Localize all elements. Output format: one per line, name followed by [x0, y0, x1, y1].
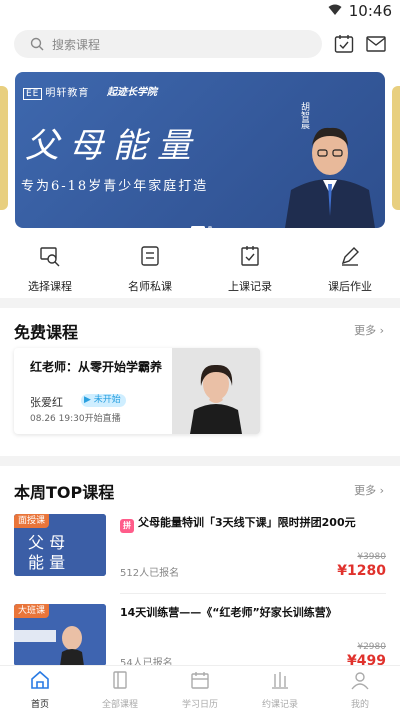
section-divider — [0, 456, 400, 466]
banner-title: 父母能量 — [25, 126, 201, 166]
svg-text:父 母: 父 母 — [28, 533, 65, 552]
teacher-portrait — [285, 127, 375, 228]
quicknav-choose-course[interactable]: 选择课程 — [10, 240, 90, 294]
signal-icon — [325, 4, 326, 5]
course-thumbnail: 大班课 — [14, 604, 106, 666]
free-course-time: 08.26 19:30开始直播 — [30, 414, 121, 424]
record-icon — [272, 672, 288, 689]
quicknav-homework[interactable]: 课后作业 — [310, 240, 390, 294]
book-icon — [113, 671, 127, 689]
enroll-count: 512人已报名 — [120, 568, 180, 579]
tab-profile[interactable]: 我的 — [320, 670, 400, 710]
free-course-more-link[interactable]: 更多 › — [354, 322, 384, 338]
section-divider — [0, 298, 400, 308]
banner-subtitle: 专为6-18岁青少年家庭打造 — [21, 179, 209, 194]
play-icon: ▶ — [84, 395, 91, 405]
calendar-check-icon[interactable] — [334, 34, 354, 54]
group-buy-badge: 拼 — [120, 519, 134, 533]
status-time: 10:46 — [348, 2, 392, 20]
free-course-card-title: 红老师：从零开始学霸养成法 — [30, 360, 163, 374]
course-title: 14天训练营——《“红老师”好家长训练营》 — [120, 606, 337, 619]
calendar-icon — [191, 672, 209, 689]
course-title: 拼父母能量特训「3天线下课」限时拼团200元 — [120, 514, 386, 533]
search-placeholder: 搜索课程 — [52, 38, 101, 52]
course-thumbnail: 父 母 能 量 面授课 — [14, 514, 106, 576]
private-lesson-icon — [141, 246, 159, 266]
search-icon — [30, 37, 44, 51]
original-price: ¥3980 — [357, 552, 386, 562]
class-record-icon — [241, 246, 259, 266]
tab-study-calendar[interactable]: 学习日历 — [160, 670, 240, 710]
top-course-more-link[interactable]: 更多 › — [354, 482, 384, 498]
homework-icon — [341, 247, 359, 266]
row-divider — [120, 593, 386, 594]
tab-all-courses[interactable]: 全部课程 — [80, 670, 160, 710]
home-icon — [31, 670, 49, 689]
brand-logo: EE 明轩教育 — [23, 84, 89, 100]
chevron-right-icon: › — [379, 484, 384, 497]
banner-next-peek[interactable] — [392, 86, 400, 210]
profile-icon — [351, 672, 369, 690]
tab-home[interactable]: 首页 — [0, 670, 80, 710]
status-bar: 10:46 — [0, 0, 400, 24]
promo-banner[interactable]: EE 明轩教育 起迹长学院 父母能量 专为6-18岁青少年家庭打造 胡智晨 — [15, 72, 385, 228]
free-course-teacher: 张爱红 — [30, 396, 63, 409]
current-price: ¥1280 — [337, 563, 386, 579]
quicknav-class-record[interactable]: 上课记录 — [210, 240, 290, 294]
carousel-indicator — [191, 217, 215, 228]
chevron-right-icon: › — [379, 324, 384, 337]
mail-icon[interactable] — [366, 35, 386, 53]
academy-logo: 起迹长学院 — [107, 87, 157, 98]
svg-text:能 量: 能 量 — [28, 553, 65, 572]
bottom-tab-bar: 首页 全部课程 学习日历 约课记录 我的 — [0, 665, 400, 711]
status-badge: ▶ 未开始 — [81, 394, 126, 407]
search-input[interactable]: 搜索课程 — [14, 30, 322, 58]
free-course-card[interactable]: 红老师：从零开始学霸养成法 张爱红 ▶ 未开始 08.26 19:30开始直播 — [14, 348, 260, 434]
quick-nav: 选择课程 名师私课 上课记录 课后作业 — [0, 240, 400, 293]
wifi-icon — [328, 4, 342, 15]
course-item[interactable]: 父 母 能 量 面授课 拼父母能量特训「3天线下课」限时拼团200元 512人已… — [14, 514, 386, 594]
banner-prev-peek[interactable] — [0, 86, 8, 210]
quicknav-private-lesson[interactable]: 名师私课 — [110, 240, 190, 294]
free-course-title: 免费课程 — [14, 323, 79, 342]
course-tag: 大班课 — [14, 604, 50, 618]
top-course-title: 本周TOP课程 — [14, 483, 115, 502]
teacher-photo — [172, 348, 260, 434]
course-tag: 面授课 — [14, 514, 50, 528]
course-select-icon — [40, 247, 60, 267]
tab-booking-record[interactable]: 约课记录 — [240, 670, 320, 710]
original-price: ¥2980 — [357, 642, 386, 652]
